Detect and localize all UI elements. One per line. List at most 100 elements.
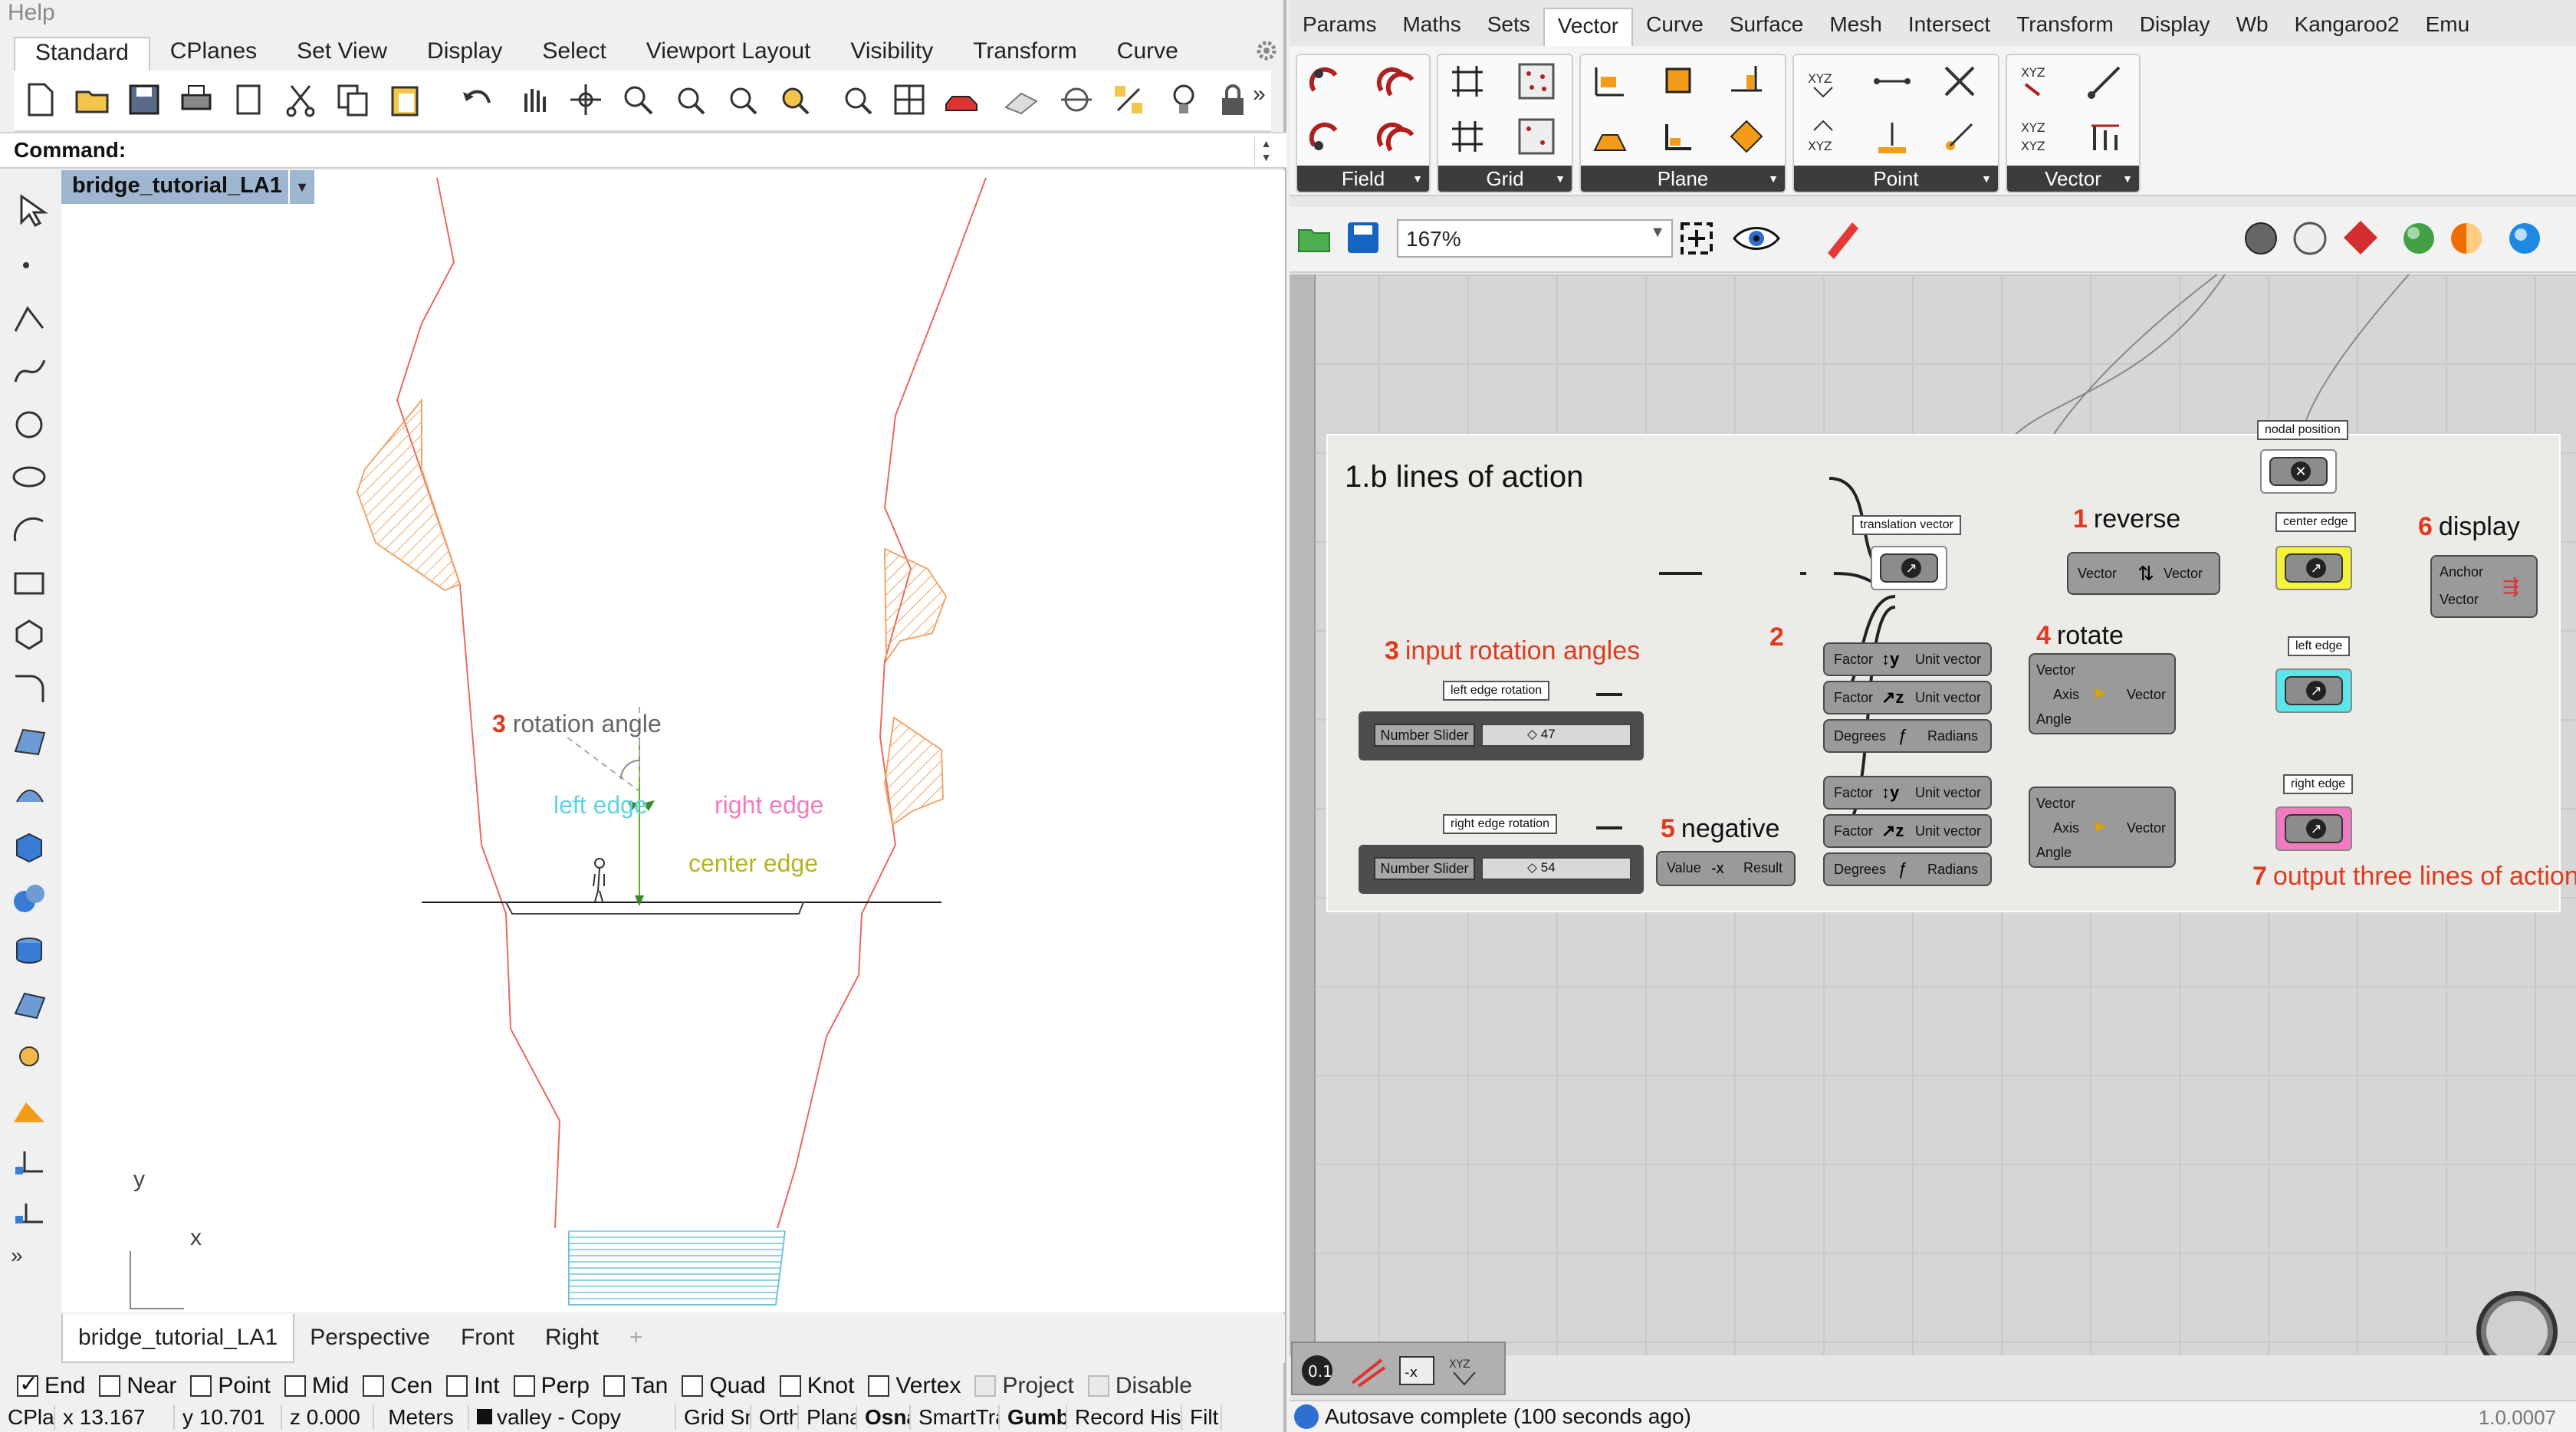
cylinder-icon[interactable]: [11, 932, 49, 971]
navigation-wheel-icon[interactable]: [2473, 1288, 2561, 1355]
tab-select[interactable]: Select: [522, 37, 626, 71]
osnap-knot[interactable]: Knot: [779, 1373, 854, 1399]
field-line-charge-icon[interactable]: [1305, 60, 1348, 103]
deconstruct-quick-icon[interactable]: XYZ: [1446, 1352, 1487, 1389]
ribbon-panel-vector-label[interactable]: Vector ▼: [2007, 166, 2139, 192]
osnap-cen[interactable]: Cen: [363, 1373, 432, 1399]
viewport-title[interactable]: bridge_tutorial_LA1: [61, 170, 293, 204]
status-units[interactable]: Meters: [374, 1405, 469, 1430]
save-file-icon[interactable]: [1345, 219, 1382, 256]
osnap-cen-checkbox[interactable]: [363, 1375, 385, 1397]
page-setup-icon[interactable]: [230, 81, 267, 118]
field-spin-force-icon[interactable]: [1374, 60, 1417, 103]
vector-deconstruct-icon[interactable]: XYZ XYZ: [2015, 115, 2058, 158]
rotate-lower-input-vector[interactable]: Vector: [2036, 796, 2075, 812]
polyline-icon[interactable]: [11, 301, 49, 339]
nodal-position-param[interactable]: ✕: [2260, 449, 2337, 494]
preview-selected-icon[interactable]: [2340, 218, 2381, 259]
status-planar[interactable]: Plana: [799, 1405, 857, 1430]
osnap-vertex[interactable]: Vertex: [868, 1373, 961, 1399]
osnap-perp-checkbox[interactable]: [513, 1375, 535, 1397]
vector-amplitude-icon[interactable]: [2084, 115, 2127, 158]
grasshopper-icon[interactable]: [11, 1092, 49, 1130]
gh-canvas[interactable]: 1.b lines of action nodal position ✕ tra…: [1290, 274, 2576, 1355]
zoom-icon[interactable]: [619, 81, 656, 118]
undo-icon[interactable]: [458, 81, 495, 118]
osnap-project[interactable]: Project: [974, 1373, 1074, 1399]
tab-transform[interactable]: Transform: [953, 37, 1097, 71]
fillet-icon[interactable]: [11, 668, 49, 707]
negative-output[interactable]: Result: [1743, 860, 1783, 876]
command-line[interactable]: Command: ▲ ▼: [0, 132, 1286, 169]
field-point-charge-icon[interactable]: [1305, 115, 1348, 158]
shaded-car-icon[interactable]: [943, 81, 980, 118]
tab-viewport-bridge[interactable]: bridge_tutorial_LA1: [61, 1314, 295, 1363]
rotate-component-upper[interactable]: Vector Axis Angle ➤ Vector: [2029, 653, 2176, 734]
preview-shaded-icon[interactable]: [2289, 218, 2331, 259]
negative-input[interactable]: Value: [1667, 860, 1701, 876]
osnap-int[interactable]: Int: [446, 1373, 500, 1399]
unit-y-upper-output[interactable]: Unit vector: [1915, 652, 1981, 668]
command-scroll[interactable]: ▲ ▼: [1254, 136, 1277, 166]
viewport-top[interactable]: bridge_tutorial_LA1 ▼ 3 rotation angle l…: [61, 170, 1285, 1312]
boolean-icon[interactable]: [11, 880, 49, 918]
gh-tab-transform[interactable]: Transform: [2003, 8, 2127, 46]
vector-display-quick-icon[interactable]: [1348, 1352, 1389, 1389]
preview-eye-icon[interactable]: [1731, 218, 1785, 259]
point-deconstruct-icon[interactable]: XYZ: [1802, 115, 1845, 158]
tab-viewport-perspective[interactable]: Perspective: [294, 1314, 445, 1363]
status-filter[interactable]: Filt: [1182, 1405, 1222, 1430]
status-osnap[interactable]: Osna: [857, 1405, 911, 1430]
plane-origin-icon[interactable]: [1658, 60, 1700, 103]
rotate-lower-output[interactable]: Vector: [2127, 820, 2166, 836]
osnap-mid-checkbox[interactable]: [284, 1375, 306, 1397]
osnap-end[interactable]: End: [17, 1371, 85, 1399]
arc-icon[interactable]: [11, 511, 49, 549]
gh-tab-emu[interactable]: Emu: [2413, 8, 2483, 46]
gh-tab-params[interactable]: Params: [1290, 8, 1389, 46]
tab-viewport-front[interactable]: Front: [445, 1314, 530, 1363]
zoom-extents-icon[interactable]: [1676, 218, 1717, 259]
osnap-disable[interactable]: Disable: [1087, 1373, 1192, 1399]
vector-2pt-icon[interactable]: [2084, 60, 2127, 103]
unit-y-component-upper[interactable]: Factor ↕y Unit vector: [1823, 642, 1992, 676]
ribbon-panel-plane-label[interactable]: Plane ▼: [1581, 166, 1785, 192]
tab-viewport-layout[interactable]: Viewport Layout: [626, 37, 831, 71]
display-settings-icon[interactable]: [2504, 218, 2545, 259]
extrude-icon[interactable]: [11, 774, 49, 813]
osnap-point[interactable]: Point: [190, 1373, 271, 1399]
vector-display-component[interactable]: Anchor Vector ⇶: [2430, 555, 2538, 618]
four-viewports-icon[interactable]: [891, 81, 928, 118]
copy-icon[interactable]: [334, 81, 371, 118]
rotate-upper-input-angle[interactable]: Angle: [2036, 711, 2072, 727]
unit-z-upper-input[interactable]: Factor: [1834, 690, 1873, 706]
add-viewport-tab-icon[interactable]: +: [614, 1314, 659, 1363]
right-edge-param[interactable]: ↗: [2275, 806, 2352, 851]
reverse-output-vector[interactable]: Vector: [2164, 566, 2203, 582]
select-arrow-icon[interactable]: [11, 192, 49, 230]
reverse-component[interactable]: Vector ⇅ Vector: [2067, 552, 2220, 595]
osnap-disable-checkbox[interactable]: [1087, 1375, 1109, 1397]
rotate-upper-input-axis[interactable]: Axis: [2053, 687, 2079, 703]
status-gumball[interactable]: Gumb: [1000, 1405, 1067, 1430]
negative-component[interactable]: Value -x Result: [1656, 851, 1796, 886]
plane-align-icon[interactable]: [1589, 60, 1631, 103]
radians-component-upper[interactable]: Degrees ƒ Radians: [1823, 719, 1992, 753]
osnap-point-checkbox[interactable]: [190, 1375, 212, 1397]
number-param-icon[interactable]: 0.1: [1299, 1352, 1340, 1389]
osnap-tan-checkbox[interactable]: [603, 1375, 625, 1397]
gh-tab-curve[interactable]: Curve: [1633, 8, 1717, 46]
ellipse-icon[interactable]: [11, 458, 49, 497]
open-folder-icon[interactable]: [74, 81, 110, 118]
gear-icon[interactable]: [11, 1038, 49, 1076]
plane-offset-icon[interactable]: [1658, 115, 1700, 158]
radians-upper-input[interactable]: Degrees: [1834, 728, 1886, 744]
tab-display[interactable]: Display: [407, 37, 522, 71]
grid-populate-2d-icon[interactable]: [1515, 115, 1558, 158]
print-icon[interactable]: [178, 81, 215, 118]
osnap-quad[interactable]: Quad: [682, 1373, 766, 1399]
unit-y-upper-input[interactable]: Factor: [1834, 652, 1873, 668]
rotate-upper-output[interactable]: Vector: [2127, 687, 2166, 703]
gh-tab-display[interactable]: Display: [2127, 8, 2223, 46]
osnap-mid[interactable]: Mid: [284, 1373, 349, 1399]
